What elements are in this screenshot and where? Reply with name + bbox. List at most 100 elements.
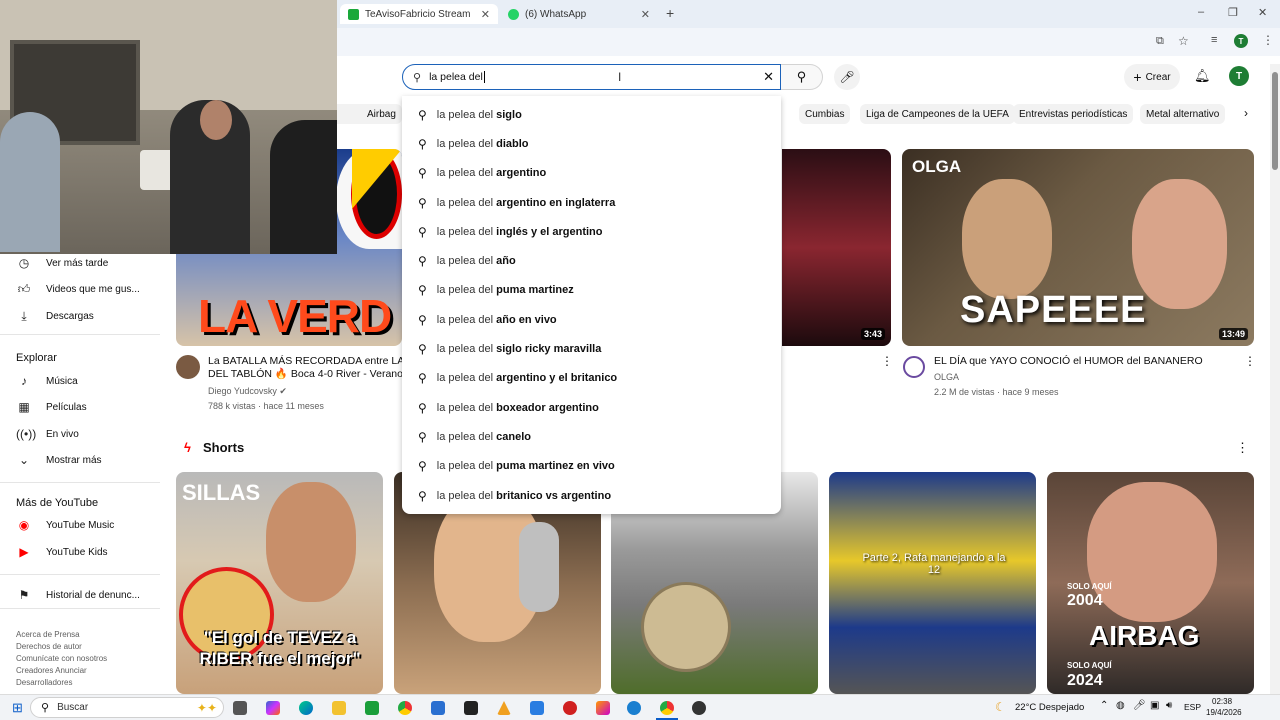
clock-time[interactable]: 02:38: [1212, 697, 1232, 706]
search-button[interactable]: ⚲: [781, 64, 823, 90]
search-suggestion[interactable]: ⚲ la pelea del britanico vs argentino: [402, 481, 781, 510]
search-suggestion[interactable]: ⚲ la pelea del boxeador argentino: [402, 393, 781, 422]
search-input[interactable]: la pelea del: [429, 71, 483, 83]
tray-network-icon[interactable]: ▣: [1150, 700, 1159, 711]
voice-search-button[interactable]: 🎤︎: [834, 64, 860, 90]
paint-icon[interactable]: [530, 701, 544, 715]
search-suggestion[interactable]: ⚲ la pelea del año: [402, 246, 781, 275]
bookmark-star-icon[interactable]: ☆: [1178, 34, 1189, 48]
taskbar-search[interactable]: ⚲ Buscar ✦✦: [30, 697, 224, 718]
sidebar-item-report-history[interactable]: ⚑ Historial de denunc...: [16, 585, 140, 605]
channel-avatar[interactable]: [903, 356, 925, 378]
maximize-button[interactable]: ❐: [1228, 6, 1238, 19]
more-options-icon[interactable]: ⋮: [881, 354, 893, 368]
video-title[interactable]: La BATALLA MÁS RECORDADA entre LA DEL TAB…: [208, 355, 402, 381]
sidebar-item-watch-later[interactable]: ◷ Ver más tarde: [16, 253, 109, 273]
film-icon: ▦: [18, 400, 30, 414]
windows-start-icon[interactable]: ⊞: [12, 700, 23, 716]
search-suggestion[interactable]: ⚲ la pelea del puma martinez en vivo: [402, 452, 781, 481]
video-title[interactable]: EL DÍA que YAYO CONOCIÓ el HUMOR del BAN…: [934, 355, 1203, 368]
weather-text[interactable]: 22°C Despejado: [1015, 702, 1084, 713]
obs-icon[interactable]: [692, 701, 706, 715]
tray-chevron-icon[interactable]: ⌃: [1100, 700, 1108, 711]
sidebar-item-movies[interactable]: ▦ Películas: [16, 397, 86, 417]
sidebar-item-live[interactable]: ((•)) En vivo: [16, 424, 79, 444]
vlc-icon[interactable]: [497, 701, 511, 715]
chrome-active-icon[interactable]: [660, 701, 674, 715]
video-thumbnail[interactable]: 3:43: [782, 149, 891, 346]
browser-tab-whatsapp[interactable]: (6) WhatsApp ✕: [500, 4, 658, 24]
tray-app-icon[interactable]: ◍: [1116, 700, 1125, 711]
account-avatar[interactable]: T: [1229, 66, 1249, 86]
search-suggestion[interactable]: ⚲ la pelea del argentino: [402, 159, 781, 188]
app-icon[interactable]: [464, 701, 478, 715]
clear-search-icon[interactable]: ✕: [763, 69, 774, 85]
copilot-icon[interactable]: [266, 701, 280, 715]
search-suggestion[interactable]: ⚲ la pelea del año en vivo: [402, 305, 781, 334]
chip-champions[interactable]: Liga de Campeones de la UEFA: [860, 104, 1015, 124]
browser-tab-stream[interactable]: TeAvisoFabricio Stream - Watch ✕: [340, 4, 498, 24]
footer-link[interactable]: Desarrolladores: [16, 677, 107, 689]
footer-link[interactable]: Derechos de autor: [16, 641, 107, 653]
page-scrollbar[interactable]: [1270, 64, 1280, 694]
search-suggestion[interactable]: ⚲ la pelea del siglo: [402, 100, 781, 129]
sidebar-item-liked[interactable]: 👍︎ Videos que me gus...: [16, 279, 140, 299]
browser-icon[interactable]: [627, 701, 641, 715]
chrome-icon[interactable]: [398, 701, 412, 715]
sidebar-item-show-more[interactable]: ⌄ Mostrar más: [16, 450, 102, 470]
edge-icon[interactable]: [299, 701, 313, 715]
chip-entrevistas[interactable]: Entrevistas periodísticas: [1013, 104, 1134, 124]
search-box[interactable]: ⚲ la pelea del I ✕: [402, 64, 781, 90]
footer-link[interactable]: Acerca de Prensa: [16, 629, 107, 641]
install-app-icon[interactable]: ⧉: [1156, 35, 1164, 48]
search-suggestion[interactable]: ⚲ la pelea del diablo: [402, 129, 781, 158]
browser-menu-icon[interactable]: ⋮: [1262, 33, 1274, 47]
search-suggestion[interactable]: ⚲ la pelea del puma martinez: [402, 276, 781, 305]
more-options-icon[interactable]: ⋮: [1236, 440, 1249, 456]
channel-name[interactable]: OLGA: [934, 372, 959, 382]
chip-metal[interactable]: Metal alternativo: [1140, 104, 1226, 124]
reading-list-icon[interactable]: ≡: [1211, 34, 1217, 46]
close-tab-icon[interactable]: ✕: [641, 8, 650, 21]
short-thumbnail[interactable]: Parte 2, Rafa manejando a la 12: [829, 472, 1036, 694]
more-options-icon[interactable]: ⋮: [1244, 354, 1256, 368]
footer-link[interactable]: Comunícate con nosotros: [16, 653, 107, 665]
language-indicator[interactable]: ESP: [1184, 702, 1201, 712]
search-suggestion[interactable]: ⚲ la pelea del inglés y el argentino: [402, 217, 781, 246]
create-button[interactable]: + Crear: [1124, 64, 1180, 90]
store-icon[interactable]: [365, 701, 379, 715]
volume-icon[interactable]: 🔊︎: [1166, 700, 1172, 711]
video-thumbnail[interactable]: OLGA SAPEEEE 13:49: [902, 149, 1254, 346]
close-window-button[interactable]: ✕: [1258, 6, 1267, 19]
new-tab-button[interactable]: +: [666, 5, 674, 21]
sidebar-item-yt-kids[interactable]: ▶ YouTube Kids: [16, 542, 107, 562]
microphone-icon[interactable]: 🎤︎: [1133, 700, 1146, 711]
search-suggestion[interactable]: ⚲ la pelea del argentino y el britanico: [402, 364, 781, 393]
search-suggestion[interactable]: ⚲ la pelea del canelo: [402, 422, 781, 451]
media-icon[interactable]: [563, 701, 577, 715]
chip-cumbias[interactable]: Cumbias: [799, 104, 851, 124]
clock-date[interactable]: 19/4/2026: [1206, 708, 1242, 717]
channel-avatar[interactable]: [176, 355, 200, 379]
short-thumbnail[interactable]: SOLO AQUÍ 2004 AIRBAG SOLO AQUÍ 2024: [1047, 472, 1254, 694]
channel-name[interactable]: Diego Yudcovsky ✔: [208, 386, 287, 397]
minimize-button[interactable]: –: [1198, 6, 1204, 18]
sidebar-item-music[interactable]: ♪ Música: [16, 371, 78, 391]
sidebar-item-downloads[interactable]: ⤓ Descargas: [16, 306, 93, 326]
instagram-icon[interactable]: [596, 701, 610, 715]
task-view-icon[interactable]: [233, 701, 247, 715]
chips-next-icon[interactable]: ›: [1244, 106, 1248, 120]
close-tab-icon[interactable]: ✕: [481, 8, 490, 21]
weather-moon-icon: ☾: [995, 700, 1006, 714]
search-suggestion[interactable]: ⚲ la pelea del siglo ricky maravilla: [402, 334, 781, 363]
search-suggestion[interactable]: ⚲ la pelea del argentino en inglaterra: [402, 188, 781, 217]
profile-avatar[interactable]: T: [1234, 34, 1248, 48]
mail-icon[interactable]: [431, 701, 445, 715]
scrollbar-thumb[interactable]: [1272, 72, 1278, 170]
short-thumbnail[interactable]: SILLAS "El gol de TEVEZ a RIBER fue el m…: [176, 472, 383, 694]
footer-link[interactable]: Creadores Anunciar: [16, 665, 107, 677]
chip-airbag[interactable]: Airbag: [337, 104, 402, 124]
file-explorer-icon[interactable]: [332, 701, 346, 715]
sidebar-item-yt-music[interactable]: ◉ YouTube Music: [16, 515, 114, 535]
notifications-bell-icon[interactable]: 🔔︎: [1194, 68, 1211, 84]
